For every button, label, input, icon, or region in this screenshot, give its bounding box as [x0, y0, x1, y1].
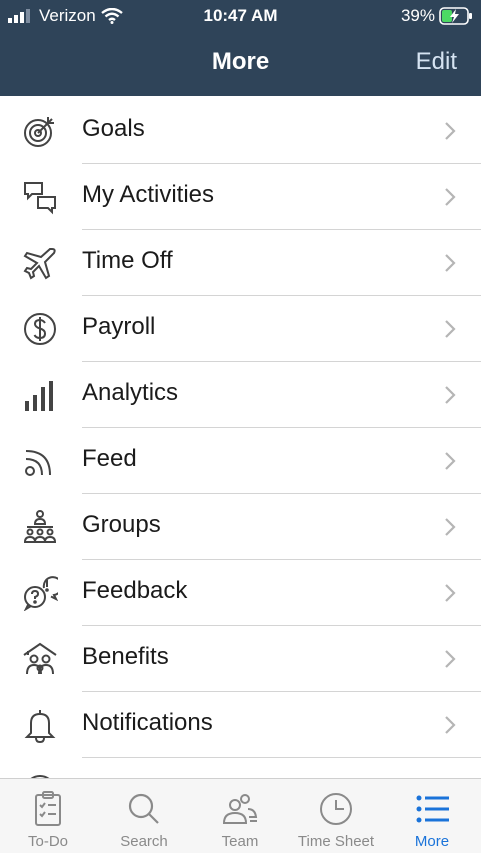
chevron-right-icon — [445, 716, 456, 734]
menu-item-label: Feed — [82, 445, 137, 472]
edit-button[interactable]: Edit — [416, 48, 457, 76]
tab-to-do[interactable]: To-Do — [0, 779, 96, 853]
menu-item-label: Time Off — [82, 247, 173, 274]
menu-item-feed[interactable]: Feed — [0, 428, 481, 494]
tab-more[interactable]: More — [384, 779, 480, 853]
menu-item-notifications[interactable]: Notifications — [0, 692, 481, 758]
chevron-right-icon — [445, 122, 456, 140]
chevron-right-icon — [445, 650, 456, 668]
menu-item-label: Analytics — [82, 379, 179, 406]
rss-icon — [25, 450, 51, 476]
tab-label: To-Do — [27, 833, 68, 850]
tab-label: Time Sheet — [297, 833, 375, 850]
clipboard-icon — [35, 791, 61, 826]
house-people-icon — [23, 642, 57, 675]
header: Verizon 10:47 AM 39% More Edit — [0, 0, 481, 96]
menu-item-label: Benefits — [82, 643, 169, 670]
feedback-icon — [23, 576, 58, 611]
tab-label: Team — [221, 833, 259, 850]
menu-item-label: My Activities — [82, 181, 215, 208]
tab-search[interactable]: Search — [96, 779, 192, 853]
chevron-right-icon — [445, 254, 456, 272]
tab-team[interactable]: Team — [192, 779, 288, 853]
menu-item-label: Feedback — [82, 577, 188, 604]
menu-item-feedback[interactable]: Feedback — [0, 560, 481, 626]
list-icon — [416, 795, 449, 823]
target-icon — [24, 117, 54, 147]
bell-icon — [24, 710, 56, 743]
menu-item-label: Groups — [82, 511, 161, 538]
menu-item-my-activities[interactable]: My Activities — [0, 164, 481, 230]
menu-item-partial[interactable] — [0, 758, 481, 778]
airplane-icon — [23, 248, 56, 280]
menu-list: Goals My Activities Time Off Payroll Ana… — [0, 98, 481, 778]
chevron-right-icon — [445, 320, 456, 338]
nav-bar: More Edit — [0, 44, 481, 84]
menu-item-goals[interactable]: Goals — [0, 98, 481, 164]
battery-charging-icon — [439, 7, 472, 25]
chevron-right-icon — [445, 188, 456, 206]
chevron-right-icon — [445, 518, 456, 536]
status-bar: Verizon 10:47 AM 39% — [0, 0, 481, 32]
menu-item-payroll[interactable]: Payroll — [0, 296, 481, 362]
page-title: More — [211, 48, 270, 75]
menu-item-groups[interactable]: Groups — [0, 494, 481, 560]
menu-item-analytics[interactable]: Analytics — [0, 362, 481, 428]
tab-label: Search — [120, 833, 168, 850]
tab-label: More — [414, 833, 450, 850]
menu-item-label: Payroll — [82, 313, 156, 340]
group-icon — [23, 510, 57, 543]
dollar-icon — [24, 313, 56, 345]
clock-icon — [320, 793, 352, 825]
menu-item-label: Notifications — [82, 709, 213, 736]
chevron-right-icon — [445, 386, 456, 404]
menu-item-benefits[interactable]: Benefits — [0, 626, 481, 692]
chevron-right-icon — [445, 452, 456, 470]
battery-group: 39% — [401, 6, 473, 26]
tab-bar: To-Do Search Team Time Sheet More — [0, 778, 481, 853]
bar-chart-icon — [25, 381, 53, 411]
menu-item-label: Goals — [82, 115, 145, 142]
search-icon — [128, 793, 159, 824]
tab-time-sheet[interactable]: Time Sheet — [288, 779, 384, 853]
team-icon — [222, 794, 258, 824]
menu-item-time-off[interactable]: Time Off — [0, 230, 481, 296]
chevron-right-icon — [445, 584, 456, 602]
battery-percent: 39% — [400, 6, 435, 25]
chat-bubbles-icon — [24, 182, 56, 215]
